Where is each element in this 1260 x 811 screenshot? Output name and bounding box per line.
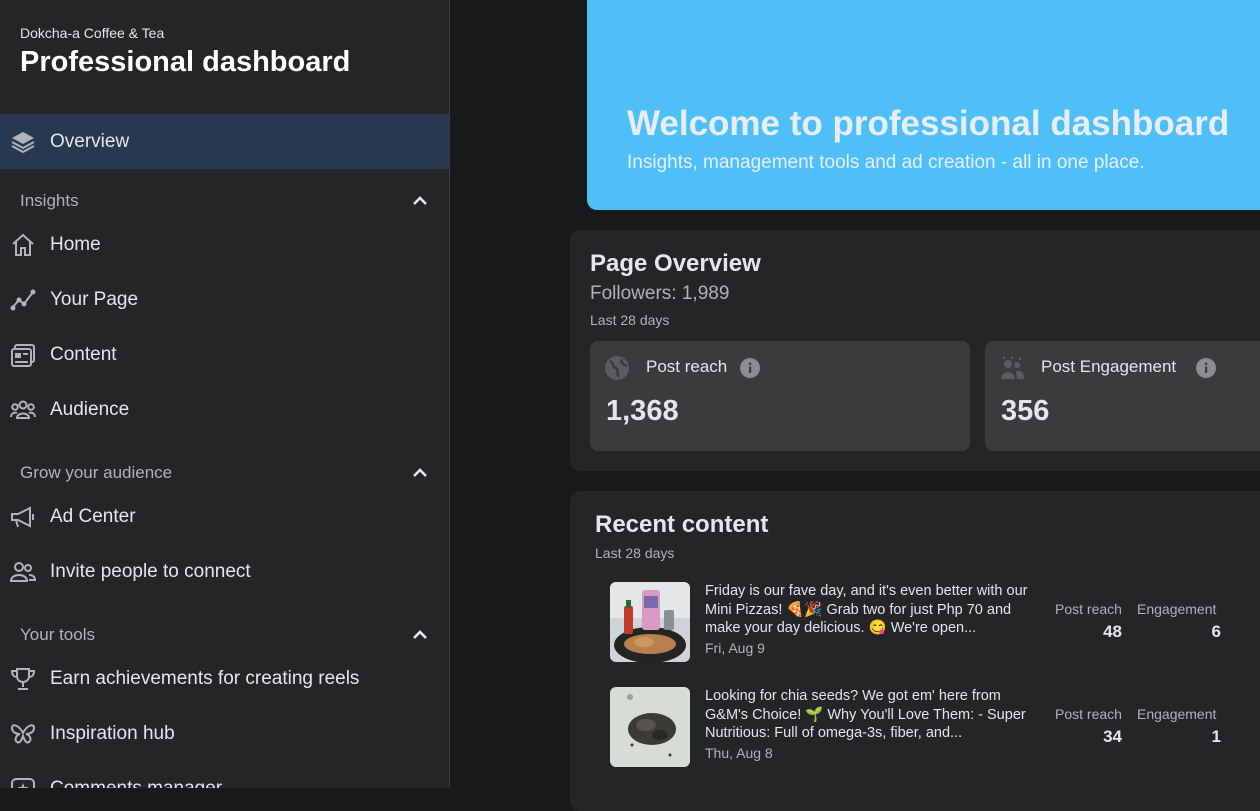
- trophy-icon: [10, 666, 36, 692]
- section-grow-your-audience[interactable]: Grow your audience: [0, 455, 449, 491]
- sidebar-item-ad-center[interactable]: Ad Center: [0, 489, 449, 544]
- comments-icon: [10, 776, 36, 788]
- sidebar-item-label: Overview: [50, 130, 130, 152]
- sidebar-item-label: Ad Center: [50, 505, 136, 527]
- sidebar-item-home[interactable]: Home: [0, 217, 449, 272]
- metric-label: Post Engagement: [1041, 357, 1177, 376]
- audience-icon: [10, 397, 36, 423]
- section-your-tools[interactable]: Your tools: [0, 617, 449, 653]
- post-reach-label: Post reach: [1055, 601, 1122, 617]
- sidebar-item-label: Home: [50, 233, 101, 255]
- list-item[interactable]: Looking for chia seeds? We got em' here …: [610, 687, 1250, 769]
- chevron-up-icon: [410, 463, 430, 483]
- engagement-label: Engagement: [1137, 601, 1217, 617]
- section-label: Your tools: [20, 625, 95, 644]
- post-text: Friday is our fave day, and it's even be…: [705, 583, 1028, 636]
- sidebar-item-label: Inspiration hub: [50, 722, 175, 744]
- sidebar-item-comments-manager[interactable]: Comments manager: [0, 761, 449, 788]
- sidebar: Dokcha-a Coffee & Tea Professional dashb…: [0, 0, 450, 788]
- metric-post-reach[interactable]: Post reach 1,368: [590, 341, 970, 451]
- banner-subtitle: Insights, management tools and ad creati…: [627, 152, 1145, 173]
- post-thumbnail[interactable]: [610, 687, 690, 767]
- page-name: Dokcha-a Coffee & Tea: [20, 25, 165, 41]
- recent-content-card: Recent content Last 28 days Friday is ou…: [570, 491, 1260, 811]
- sidebar-item-overview[interactable]: Overview: [0, 114, 449, 169]
- post-text: Looking for chia seeds? We got em' here …: [705, 688, 1026, 741]
- welcome-banner: Welcome to professional dashboard Insigh…: [587, 0, 1260, 210]
- engagement-value: 6: [1211, 622, 1221, 641]
- trend-icon: [10, 287, 36, 313]
- sidebar-item-label: Audience: [50, 398, 130, 420]
- sidebar-item-label: Your Page: [50, 288, 139, 310]
- sidebar-item-your-page[interactable]: Your Page: [0, 272, 449, 327]
- info-icon[interactable]: [740, 358, 760, 378]
- sidebar-item-label: Earn achievements for creating reels: [50, 667, 360, 689]
- sidebar-item-label: Comments manager: [50, 777, 223, 789]
- people-icon: [10, 559, 36, 585]
- banner-title: Welcome to professional dashboard: [627, 104, 1230, 143]
- sidebar-item-label: Content: [50, 343, 117, 365]
- page-overview-title: Page Overview: [590, 250, 761, 277]
- post-date: Thu, Aug 8: [705, 745, 773, 761]
- section-label: Insights: [20, 191, 79, 210]
- sidebar-item-audience[interactable]: Audience: [0, 382, 449, 437]
- list-item[interactable]: Friday is our fave day, and it's even be…: [610, 582, 1250, 664]
- home-icon: [10, 232, 36, 258]
- date-range: Last 28 days: [595, 545, 675, 561]
- sidebar-item-label: Invite people to connect: [50, 560, 251, 582]
- chevron-up-icon: [410, 191, 430, 211]
- post-reach-value: 48: [1103, 622, 1122, 641]
- sidebar-title: Professional dashboard: [20, 46, 351, 78]
- sidebar-item-inspiration-hub[interactable]: Inspiration hub: [0, 706, 449, 761]
- post-thumbnail[interactable]: [610, 582, 690, 662]
- page-overview-card: Page Overview Followers: 1,989 Last 28 d…: [570, 230, 1260, 471]
- metric-value: 356: [1001, 395, 1050, 427]
- followers-count: Followers: 1,989: [590, 283, 730, 304]
- globe-icon: [604, 355, 630, 381]
- sidebar-item-content[interactable]: Content: [0, 327, 449, 382]
- post-date: Fri, Aug 9: [705, 640, 765, 656]
- recent-content-title: Recent content: [595, 511, 769, 538]
- sidebar-item-achievements[interactable]: Earn achievements for creating reels: [0, 651, 449, 706]
- sidebar-item-invite-people[interactable]: Invite people to connect: [0, 544, 449, 599]
- megaphone-icon: [10, 504, 36, 530]
- butterfly-icon: [10, 721, 36, 747]
- info-icon[interactable]: [1196, 358, 1216, 378]
- post-reach-value: 34: [1103, 727, 1122, 746]
- metric-value: 1,368: [606, 395, 679, 427]
- chevron-up-icon: [410, 625, 430, 645]
- content-icon: [10, 342, 36, 368]
- section-label: Grow your audience: [20, 463, 173, 482]
- engagement-value: 1: [1211, 727, 1221, 746]
- layers-icon: [10, 129, 36, 155]
- post-reach-label: Post reach: [1055, 706, 1122, 722]
- people-icon: [999, 355, 1025, 381]
- metric-post-engagement[interactable]: Post Engagement 356: [985, 341, 1260, 451]
- metric-label: Post reach: [646, 357, 728, 376]
- date-range: Last 28 days: [590, 312, 670, 328]
- engagement-label: Engagement: [1137, 706, 1217, 722]
- section-insights[interactable]: Insights: [0, 183, 449, 219]
